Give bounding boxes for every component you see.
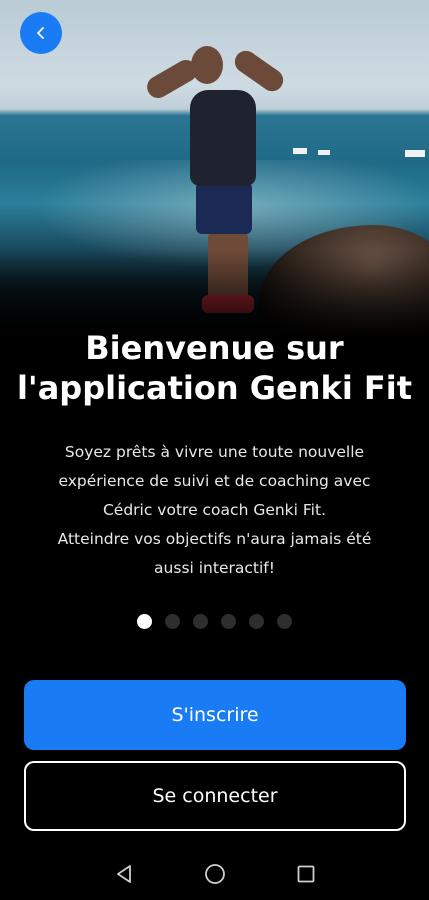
circle-home-icon bbox=[205, 864, 225, 884]
page-dot-active[interactable] bbox=[137, 614, 152, 629]
page-dot[interactable] bbox=[277, 614, 292, 629]
description-line: Atteindre vos objectifs n'aura jamais ét… bbox=[57, 530, 372, 548]
welcome-description: Soyez prêts à vivre une toute nouvelle e… bbox=[24, 438, 405, 583]
coach-shorts bbox=[196, 182, 252, 234]
boat bbox=[405, 150, 425, 157]
login-button[interactable]: Se connecter bbox=[24, 761, 406, 831]
coach-arm-right bbox=[230, 46, 288, 96]
coach-head bbox=[191, 46, 223, 84]
page-dot[interactable] bbox=[249, 614, 264, 629]
back-button[interactable] bbox=[20, 12, 62, 54]
hero-fade bbox=[0, 250, 429, 340]
description-line: Soyez prêts à vivre une toute nouvelle bbox=[64, 443, 365, 461]
boat bbox=[318, 150, 330, 155]
nav-home-button[interactable] bbox=[203, 862, 227, 886]
system-nav-bar bbox=[0, 848, 429, 900]
coach-torso bbox=[190, 90, 256, 186]
description-line: expérience de suivi et de coaching avec bbox=[58, 472, 371, 490]
boat bbox=[293, 148, 307, 154]
page-indicator bbox=[0, 614, 429, 629]
welcome-title: Bienvenue sur l'application Genki Fit bbox=[0, 328, 429, 408]
description-line: aussi interactif! bbox=[154, 559, 275, 577]
page-dot[interactable] bbox=[165, 614, 180, 629]
nav-back-button[interactable] bbox=[112, 862, 136, 886]
welcome-title-line2: l'application Genki Fit bbox=[16, 369, 413, 407]
signup-button[interactable]: S'inscrire bbox=[24, 680, 406, 750]
nav-recents-button[interactable] bbox=[294, 862, 318, 886]
chevron-left-icon bbox=[37, 27, 44, 39]
page-dot[interactable] bbox=[221, 614, 236, 629]
hero-image bbox=[0, 0, 429, 340]
triangle-back-icon bbox=[117, 865, 131, 883]
description-line: Cédric votre coach Genki Fit. bbox=[102, 501, 326, 519]
welcome-title-line1: Bienvenue sur bbox=[85, 329, 344, 367]
square-recents-icon bbox=[297, 865, 315, 883]
page-dot[interactable] bbox=[193, 614, 208, 629]
